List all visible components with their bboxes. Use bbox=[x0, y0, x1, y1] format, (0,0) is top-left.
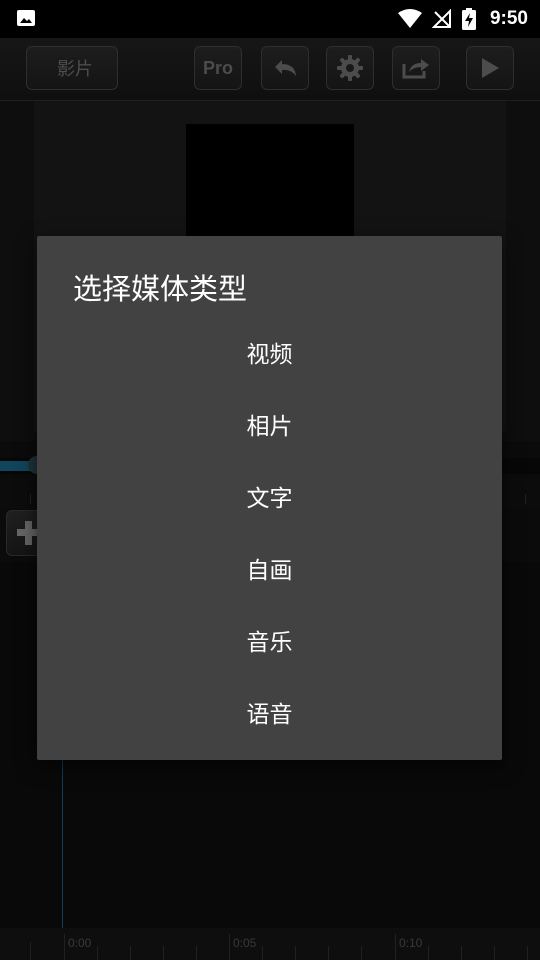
media-type-dialog: 选择媒体类型 视频 相片 文字 自画 音乐 语音 bbox=[37, 236, 502, 760]
wifi-icon bbox=[397, 9, 422, 28]
dialog-title: 选择媒体类型 bbox=[73, 272, 248, 306]
option-text[interactable]: 文字 bbox=[37, 460, 502, 532]
option-drawing[interactable]: 自画 bbox=[37, 532, 502, 604]
image-icon bbox=[17, 10, 35, 26]
option-music[interactable]: 音乐 bbox=[37, 604, 502, 676]
option-video[interactable]: 视频 bbox=[37, 316, 502, 388]
no-signal-icon bbox=[431, 9, 451, 28]
option-photo[interactable]: 相片 bbox=[37, 388, 502, 460]
clock: 9:50 bbox=[489, 8, 528, 29]
battery-charging-icon bbox=[461, 8, 476, 30]
option-voice[interactable]: 语音 bbox=[37, 676, 502, 748]
status-bar: 9:50 bbox=[0, 0, 540, 38]
